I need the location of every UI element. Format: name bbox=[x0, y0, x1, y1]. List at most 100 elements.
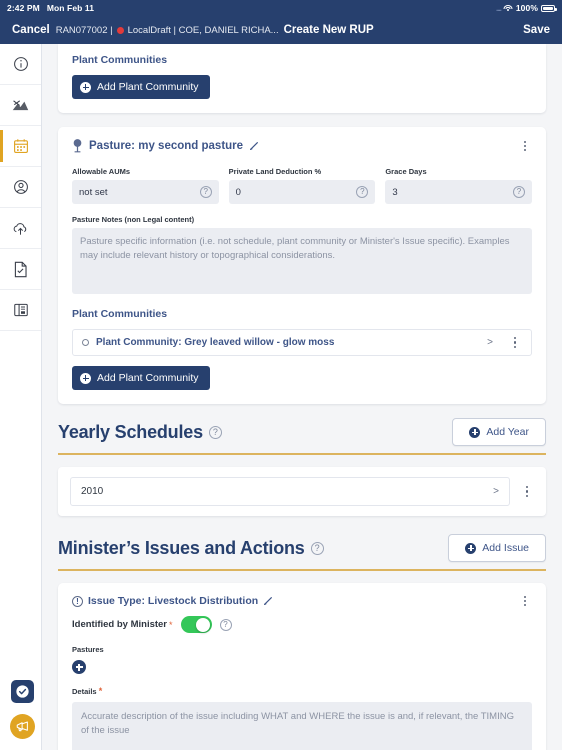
status-bar: 2:42 PM Mon Feb 11 .... 100% bbox=[0, 0, 562, 16]
add-plant-community-button-pasture[interactable]: Add Plant Community bbox=[72, 366, 210, 390]
page-title: Create New RUP bbox=[283, 24, 374, 36]
plant-community-label: Plant Community: Grey leaved willow - gl… bbox=[96, 337, 335, 348]
ministers-issues-header: Minister’s Issues and Actions ? Add Issu… bbox=[58, 534, 546, 562]
yearly-schedules-divider bbox=[58, 453, 546, 455]
chevron-right-icon[interactable]: > bbox=[487, 337, 493, 348]
field-value: not set bbox=[79, 186, 108, 198]
pasture-plant-communities-heading: Plant Communities bbox=[72, 308, 168, 320]
save-button[interactable]: Save bbox=[523, 24, 550, 36]
add-plant-community-label: Add Plant Community bbox=[97, 81, 199, 93]
sidebar-item-documents[interactable] bbox=[0, 249, 41, 290]
ministers-issues-divider bbox=[58, 569, 546, 571]
sidebar-item-library[interactable] bbox=[0, 290, 41, 331]
sidebar-item-contacts[interactable] bbox=[0, 167, 41, 208]
field-value: 3 bbox=[392, 186, 398, 198]
exclamation-circle-icon: ! bbox=[72, 595, 83, 607]
signal-dots: .... bbox=[495, 3, 502, 13]
breadcrumb-reference: RAN077002 | bbox=[55, 24, 113, 36]
yearly-schedules-header: Yearly Schedules ? Add Year bbox=[58, 418, 546, 446]
draft-status-dot-icon bbox=[116, 26, 124, 34]
issue-details-textarea[interactable]: Accurate description of the issue includ… bbox=[72, 702, 532, 750]
add-plant-community-button-top[interactable]: Add Plant Community bbox=[72, 75, 210, 99]
field-label: Private Land Deduction % bbox=[228, 167, 322, 176]
pasture-label: Pasture: bbox=[89, 140, 136, 152]
plant-communities-heading: Plant Communities bbox=[72, 54, 168, 66]
sidebar-item-land[interactable] bbox=[0, 85, 41, 126]
info-circle-icon bbox=[13, 56, 29, 72]
help-icon[interactable]: ? bbox=[310, 541, 324, 555]
plant-communities-card-top: Plant Communities Add Plant Community bbox=[58, 44, 546, 113]
help-icon[interactable]: ? bbox=[199, 186, 212, 198]
battery-percent: 100% bbox=[515, 3, 538, 13]
status-time: 2:42 PM bbox=[7, 3, 40, 13]
add-plant-community-label: Add Plant Community bbox=[97, 372, 199, 384]
add-year-button[interactable]: Add Year bbox=[452, 418, 546, 446]
battery-icon bbox=[541, 4, 557, 12]
pasture-notes-textarea[interactable]: Pasture specific information (i.e. not s… bbox=[72, 228, 532, 294]
pencil-icon[interactable] bbox=[249, 141, 259, 151]
allowable-aums-input[interactable]: not set ? bbox=[72, 180, 219, 204]
sidebar-item-info[interactable] bbox=[0, 44, 41, 85]
sidebar-item-upload[interactable] bbox=[0, 208, 41, 249]
required-marker: * bbox=[169, 619, 173, 630]
breadcrumb-draft-status: LocalDraft | COE, DANIEL RICHA... bbox=[127, 24, 279, 36]
chevron-right-icon[interactable]: > bbox=[493, 486, 499, 497]
field-value: 0 bbox=[235, 186, 241, 198]
details-label: Details bbox=[72, 687, 97, 696]
pasture-header: Pasture: my second pasture bbox=[72, 139, 532, 153]
yearly-schedule-kebab-menu-icon[interactable] bbox=[520, 486, 534, 497]
field-label: Grace Days bbox=[385, 167, 427, 176]
document-check-icon bbox=[13, 261, 28, 278]
help-icon[interactable]: ? bbox=[356, 186, 369, 198]
cancel-button[interactable]: Cancel bbox=[12, 24, 50, 36]
megaphone-icon bbox=[15, 719, 30, 734]
private-land-deduction-input[interactable]: 0 ? bbox=[228, 180, 376, 204]
field-allowable-aums: Allowable AUMs not set ? bbox=[72, 167, 219, 204]
plus-icon bbox=[80, 372, 91, 384]
app-root: 2:42 PM Mon Feb 11 .... 100% Cancel RAN0… bbox=[0, 0, 562, 750]
plant-community-kebab-menu-icon[interactable] bbox=[508, 337, 522, 348]
identified-by-minister-toggle[interactable] bbox=[180, 616, 212, 633]
pasture-title: Pasture: my second pasture bbox=[89, 140, 243, 152]
book-icon bbox=[13, 302, 29, 318]
identified-by-minister-row: Identified by Minister * ? bbox=[72, 616, 532, 633]
issue-kebab-menu-icon[interactable] bbox=[518, 595, 532, 607]
yearly-schedule-row[interactable]: 2010 > bbox=[70, 477, 510, 506]
map-pin-icon bbox=[72, 139, 83, 153]
identified-by-minister-label: Identified by Minister bbox=[72, 619, 168, 630]
breadcrumb: RAN077002 | LocalDraft | COE, DANIEL RIC… bbox=[56, 25, 279, 36]
pastures-label: Pastures bbox=[72, 645, 104, 654]
help-icon[interactable]: ? bbox=[219, 618, 232, 631]
ministers-issues-title: Minister’s Issues and Actions bbox=[58, 537, 305, 558]
help-icon[interactable]: ? bbox=[208, 425, 222, 439]
sidebar-item-schedule[interactable] bbox=[0, 126, 41, 167]
status-date: Mon Feb 11 bbox=[46, 3, 95, 13]
details-label-wrap: Details * bbox=[72, 686, 532, 696]
field-label: Allowable AUMs bbox=[72, 167, 131, 176]
add-pasture-button[interactable] bbox=[72, 660, 86, 674]
yearly-schedules-title: Yearly Schedules bbox=[58, 421, 203, 442]
pasture-kebab-menu-icon[interactable] bbox=[518, 140, 532, 152]
plant-community-list-item[interactable]: Plant Community: Grey leaved willow - gl… bbox=[72, 329, 532, 356]
plus-icon bbox=[469, 426, 481, 438]
check-circle-icon bbox=[15, 684, 30, 699]
yearly-schedule-card: 2010 > bbox=[58, 467, 546, 516]
grace-days-input[interactable]: 3 ? bbox=[385, 180, 533, 204]
help-icon[interactable]: ? bbox=[513, 186, 526, 198]
validate-button[interactable] bbox=[11, 680, 34, 703]
add-issue-label: Add Issue bbox=[482, 542, 529, 554]
mountain-chart-icon bbox=[12, 98, 29, 113]
pasture-notes-label: Pasture Notes (non Legal content) bbox=[72, 215, 195, 224]
add-year-label: Add Year bbox=[486, 426, 529, 438]
issue-card: ! Issue Type: Livestock Distribution Ide… bbox=[58, 583, 546, 750]
cloud-upload-icon bbox=[12, 221, 29, 236]
calendar-icon bbox=[13, 138, 29, 154]
issue-type-label: Issue Type: Livestock Distribution bbox=[88, 595, 259, 607]
pasture-fields-row: Allowable AUMs not set ? Private Land De… bbox=[72, 167, 533, 204]
bullet-circle-icon bbox=[82, 339, 89, 346]
pencil-icon[interactable] bbox=[263, 596, 273, 606]
feedback-button[interactable] bbox=[10, 714, 35, 739]
add-issue-button[interactable]: Add Issue bbox=[448, 534, 546, 562]
wifi-icon bbox=[503, 4, 513, 12]
schedule-year-label: 2010 bbox=[81, 486, 104, 497]
